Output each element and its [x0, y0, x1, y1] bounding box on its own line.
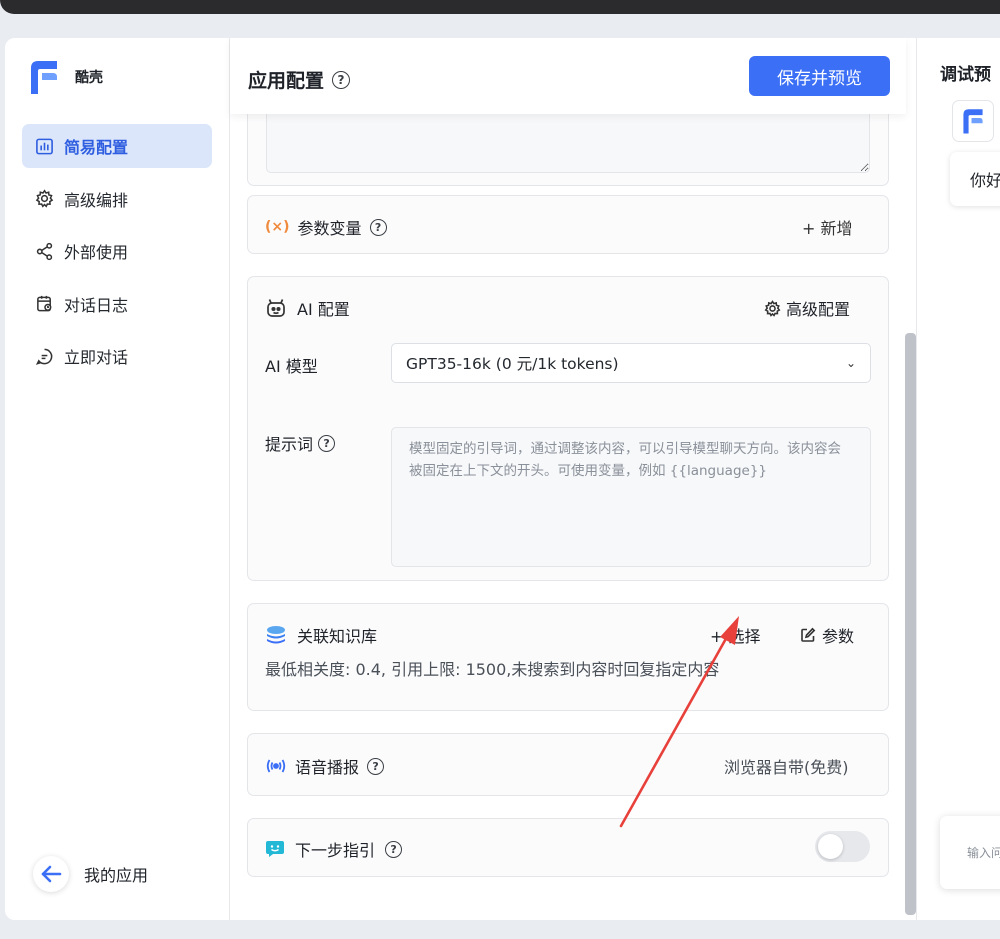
- help-icon[interactable]: ?: [332, 70, 351, 89]
- sidebar-item-label: 高级编排: [64, 190, 129, 210]
- save-and-preview-button[interactable]: 保存并预览: [749, 56, 890, 96]
- database-stack-icon: [267, 626, 285, 644]
- sidebar-item-chat-logs[interactable]: 对话日志: [22, 282, 212, 326]
- main-scrollbar[interactable]: [905, 333, 916, 915]
- variables-title: (×) 参数变量 ?: [265, 215, 387, 239]
- help-icon[interactable]: ?: [318, 434, 336, 452]
- prompt-placeholder: 模型固定的引导词，通过调整该内容，可以引导模型聊天方向。该内容会被固定在上下文的…: [409, 441, 841, 479]
- main-header: 应用配置 ? 保存并预览: [230, 38, 906, 114]
- back-label: 我的应用: [84, 866, 149, 885]
- calendar-log-icon: [37, 295, 52, 312]
- tts-label: 语音播报: [295, 758, 360, 777]
- sidebar-item-chat-now[interactable]: 立即对话: [22, 334, 212, 378]
- share-icon: [36, 242, 53, 260]
- ai-config-card: AI 配置 高级配置 AI 模型 GPT35-16k (0 元/1k token…: [247, 276, 889, 581]
- help-icon[interactable]: ?: [369, 218, 387, 236]
- knowledge-params-button[interactable]: 参数: [800, 623, 854, 647]
- sidebar-nav: 简易配置 高级编排 外部使用 对话日志 立即对话: [22, 124, 212, 387]
- tts-title: 语音播报 ?: [265, 754, 385, 778]
- advanced-config-button[interactable]: 高级配置: [764, 296, 850, 320]
- knowledge-summary-text: 最低相关度: 0.4, 引用上限: 1500,未搜索到内容时回复指定内容: [265, 660, 720, 679]
- back-to-my-apps[interactable]: 我的应用: [33, 856, 148, 892]
- prompt-label: 提示词 ?: [265, 431, 336, 455]
- knowledge-summary: 最低相关度: 0.4, 引用上限: 1500,未搜索到内容时回复指定内容: [265, 656, 719, 680]
- sidebar-item-label: 简易配置: [64, 138, 129, 157]
- broadcast-icon: [266, 759, 286, 773]
- bar-chart-icon: [36, 138, 53, 154]
- advanced-config-label: 高级配置: [786, 300, 851, 319]
- ai-model-label-text: AI 模型: [265, 357, 318, 376]
- help-icon[interactable]: ?: [367, 757, 385, 775]
- ai-model-value: GPT35-16k (0 元/1k tokens): [406, 355, 619, 373]
- chat-bubble-icon: [35, 348, 53, 365]
- preview-title: 调试预: [940, 65, 991, 85]
- chat-input[interactable]: 输入问: [940, 816, 1000, 889]
- sidebar-item-advanced-orchestration[interactable]: 高级编排: [22, 177, 212, 221]
- greeting-text: 你好: [970, 171, 1000, 190]
- knowledge-card: 关联知识库 + 选择 参数 最低相关度: 0.4, 引用上限: 1500,未搜索…: [247, 603, 889, 711]
- sidebar-item-label: 对话日志: [64, 295, 129, 315]
- ai-model-label: AI 模型: [265, 353, 318, 377]
- ai-config-label: AI 配置: [297, 300, 350, 319]
- toggle-knob: [818, 834, 843, 859]
- sidebar-item-label: 外部使用: [64, 243, 129, 262]
- app-logo-icon: [963, 109, 983, 134]
- select-knowledge-label: + 选择: [710, 627, 761, 646]
- main-panel: 应用配置 ? 保存并预览 (×) 参数变量 ? + 新增 AI 配置 高级配置 …: [230, 38, 916, 920]
- variables-card: (×) 参数变量 ? + 新增: [247, 195, 889, 254]
- gear-icon: [764, 299, 781, 317]
- variable-x-icon: (×): [265, 219, 290, 235]
- ai-config-title: AI 配置: [265, 296, 350, 320]
- tts-select[interactable]: 浏览器自带(免费): [724, 754, 849, 778]
- arrow-left-icon: [41, 865, 62, 883]
- knowledge-label: 关联知识库: [297, 627, 378, 646]
- intro-textarea[interactable]: [266, 109, 870, 173]
- knowledge-title: 关联知识库: [265, 623, 377, 647]
- next-step-toggle[interactable]: [815, 831, 870, 862]
- select-knowledge-button[interactable]: + 选择: [710, 623, 761, 647]
- edit-icon: [801, 627, 816, 642]
- back-arrow-button[interactable]: [33, 856, 69, 892]
- brand-name: 酷壳: [75, 70, 103, 86]
- add-variable-button[interactable]: + 新增: [802, 215, 853, 239]
- app-logo-icon: [31, 61, 57, 94]
- prompt-textarea[interactable]: 模型固定的引导词，通过调整该内容，可以引导模型聊天方向。该内容会被固定在上下文的…: [391, 427, 871, 567]
- greeting-bubble: 你好: [950, 152, 1000, 206]
- ai-model-select[interactable]: GPT35-16k (0 元/1k tokens) ⌄: [391, 343, 871, 383]
- bot-avatar: [952, 100, 994, 142]
- chevron-down-icon: ⌄: [845, 356, 856, 370]
- robot-icon: [267, 299, 285, 317]
- app-frame: 酷壳 简易配置 高级编排 外部使用 对话日志 立即对话 我的应用 应用配置 ? …: [5, 38, 1000, 920]
- prompt-label-text: 提示词: [265, 435, 314, 454]
- page-title-text: 应用配置: [248, 70, 325, 92]
- help-icon[interactable]: ?: [385, 840, 403, 858]
- page-title: 应用配置 ?: [248, 66, 351, 93]
- smiley-chat-icon: [266, 841, 284, 857]
- next-step-label: 下一步指引: [295, 841, 376, 860]
- browser-top-bar: [0, 0, 1000, 14]
- sidebar-item-simple-config[interactable]: 简易配置: [22, 124, 212, 168]
- tts-card: 语音播报 ? 浏览器自带(免费): [247, 733, 889, 796]
- tts-value: 浏览器自带(免费): [724, 758, 849, 777]
- preview-panel: 调试预 你好 输入问: [916, 38, 1000, 920]
- chat-input-placeholder: 输入问: [967, 846, 1000, 860]
- sidebar-item-external-use[interactable]: 外部使用: [22, 229, 212, 273]
- brand: 酷壳: [27, 58, 103, 96]
- gear-icon: [35, 189, 54, 208]
- sidebar-item-label: 立即对话: [64, 348, 129, 367]
- sidebar: 酷壳 简易配置 高级编排 外部使用 对话日志 立即对话 我的应用: [5, 38, 230, 920]
- add-variable-label: + 新增: [802, 219, 853, 238]
- next-step-title: 下一步指引 ?: [265, 837, 403, 861]
- next-step-card: 下一步指引 ?: [247, 818, 889, 877]
- variables-label: 参数变量: [297, 219, 362, 238]
- knowledge-params-label: 参数: [822, 627, 855, 646]
